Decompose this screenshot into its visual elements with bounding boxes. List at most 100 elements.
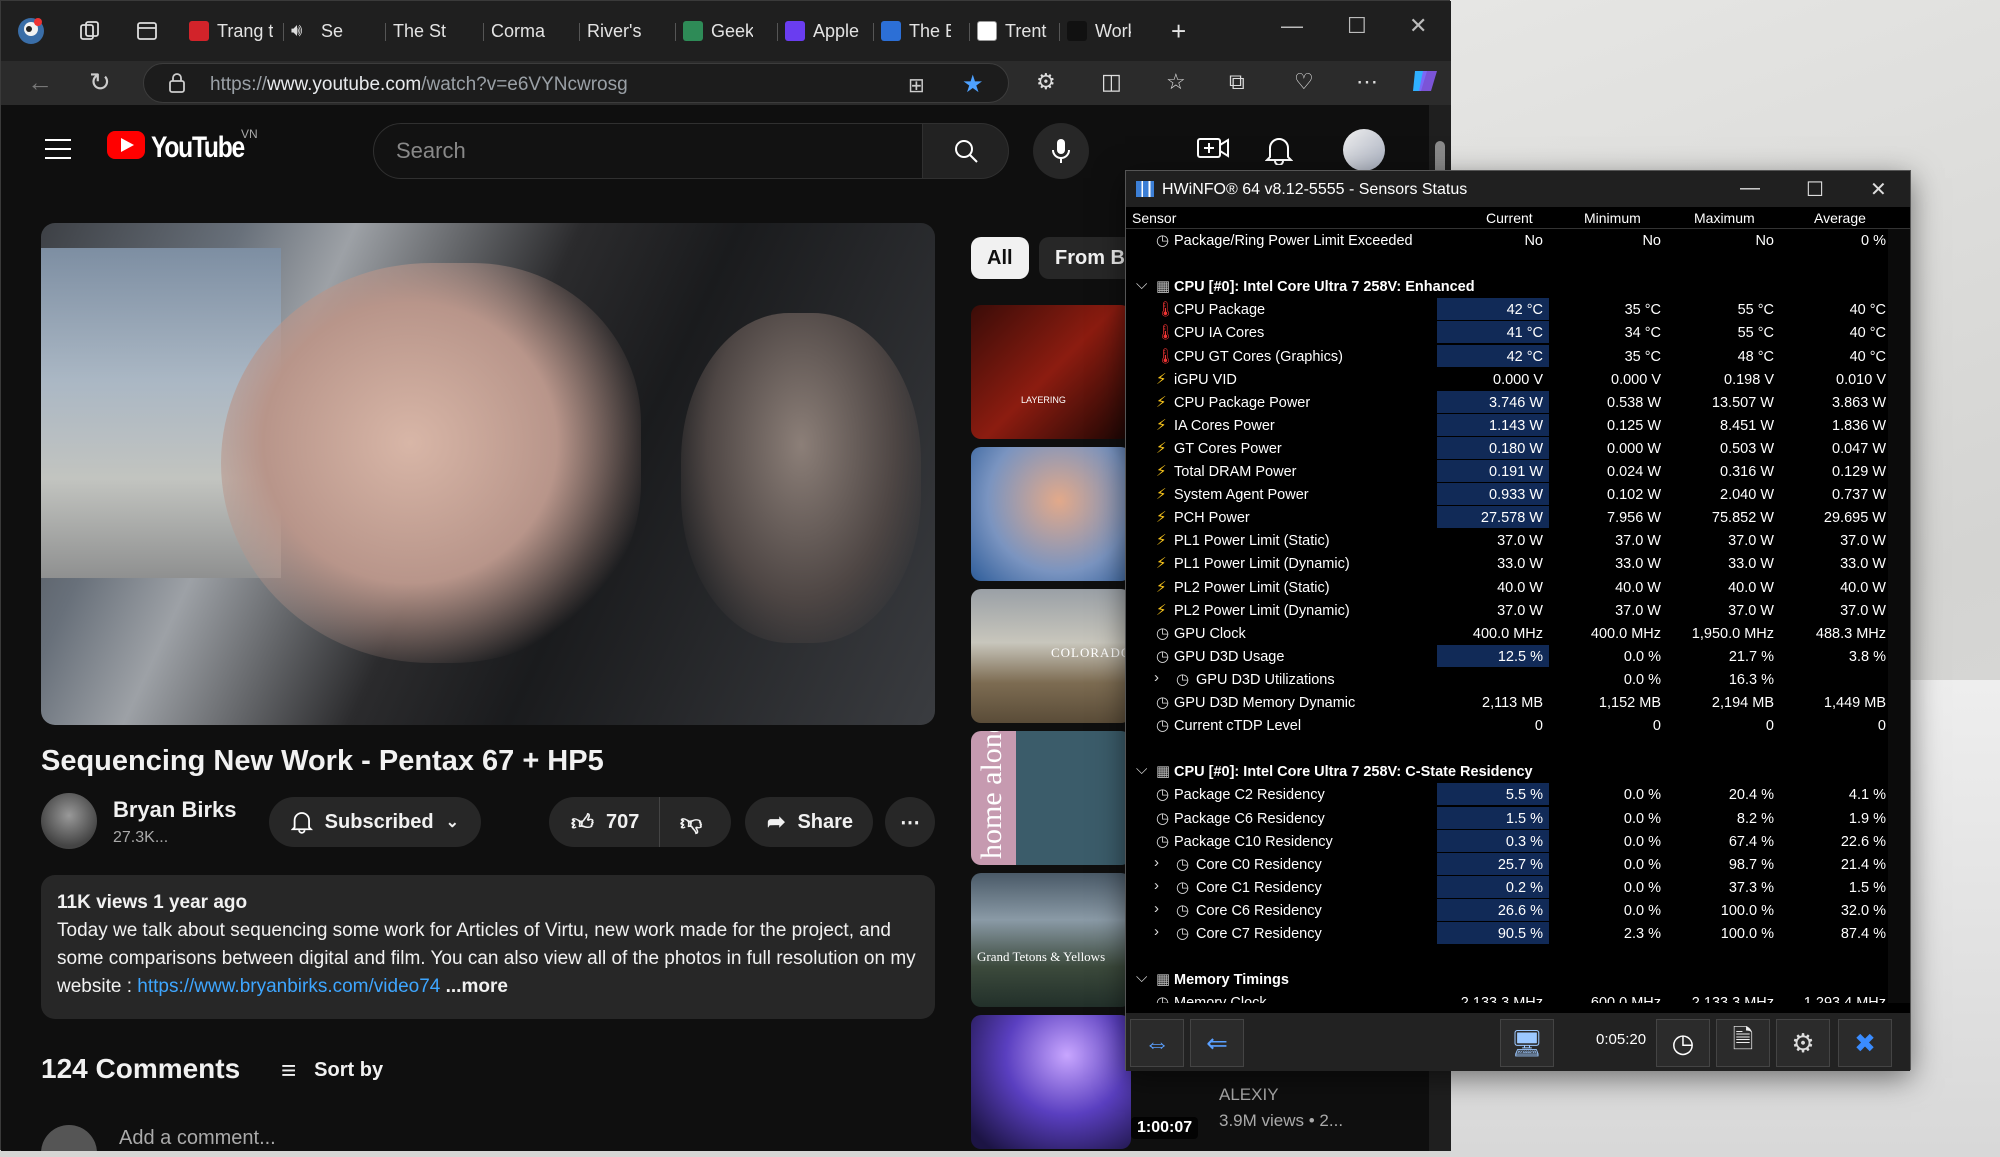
show-more-link[interactable]: ...more bbox=[446, 976, 508, 997]
hwinfo-close-icon[interactable]: ✕ bbox=[1870, 177, 1887, 202]
collapse-chevron-icon[interactable]: ⌵ bbox=[1136, 969, 1147, 986]
url-field[interactable]: https://www.youtube.com/watch?v=e6VYNcwr… bbox=[143, 63, 1009, 103]
like-button[interactable]: 👍︎ 707 bbox=[549, 797, 659, 847]
lock-icon[interactable] bbox=[168, 72, 186, 99]
sensor-row[interactable]: ⚡︎ iGPU VID 0.000 V 0.000 V 0.198 V 0.010 V bbox=[1126, 368, 1886, 391]
sensor-row[interactable]: ⚡︎ IA Cores Power 1.143 W 0.125 W 8.451 W 1.8… bbox=[1126, 413, 1886, 437]
collapse-chevron-icon[interactable]: ⌵ bbox=[1136, 761, 1147, 778]
new-tab-button[interactable]: + bbox=[1171, 11, 1186, 51]
expand-columns-button[interactable]: ⇔ bbox=[1130, 1019, 1184, 1067]
network-button[interactable]: 🖥︎ bbox=[1500, 1019, 1554, 1067]
tab-7[interactable]: Apple bbox=[785, 11, 861, 51]
youtube-wordmark[interactable]: YouTube bbox=[151, 131, 245, 165]
col-average[interactable]: Average bbox=[1814, 210, 1866, 226]
sensor-row[interactable]: ⚡︎ GT Cores Power 0.180 W 0.000 W 0.503 W 0.0… bbox=[1126, 436, 1886, 460]
sensor-group-header[interactable]: ⌵ ▦ CPU [#0]: Intel Core Ultra 7 258V: Enh… bbox=[1126, 275, 1886, 298]
favorites-icon[interactable]: ☆ bbox=[1166, 69, 1186, 95]
youtube-logo-icon[interactable] bbox=[107, 131, 145, 159]
sort-by-button[interactable]: ≡ Sort by bbox=[281, 1055, 383, 1086]
collapse-chevron-icon[interactable]: ⌵ bbox=[1136, 276, 1147, 293]
tab-1[interactable]: Trang t bbox=[189, 11, 273, 51]
extensions-icon[interactable]: ⚙ bbox=[1036, 69, 1056, 95]
tab-8[interactable]: The Be bbox=[881, 11, 951, 51]
close-sensors-button[interactable]: ✖ bbox=[1838, 1019, 1892, 1067]
sensor-row[interactable]: 🌡︎ CPU Package 42 °C 35 °C 55 °C 40 °C bbox=[1126, 298, 1886, 321]
expand-chevron-icon[interactable]: › bbox=[1154, 877, 1159, 894]
search-input[interactable] bbox=[396, 138, 876, 164]
sensor-row[interactable]: ⚡︎ PL2 Power Limit (Dynamic) 37.0 W 37.0 W 3… bbox=[1126, 599, 1886, 622]
tab-4[interactable]: Corma bbox=[491, 11, 563, 51]
collapse-columns-button[interactable]: ⇐ bbox=[1190, 1019, 1244, 1067]
sensor-row[interactable]: ◷ Package C6 Residency 1.5 % 0.0 % 8.2 % 1.9 … bbox=[1126, 806, 1886, 830]
sensor-row[interactable]: ◷ Package C2 Residency 5.5 % 0.0 % 20.4 % 4.1… bbox=[1126, 783, 1886, 806]
side-thumbnail-6[interactable] bbox=[971, 1015, 1131, 1149]
sensor-row[interactable]: ⚡︎ PL1 Power Limit (Dynamic) 33.0 W 33.0 W 3… bbox=[1126, 552, 1886, 575]
tab-6[interactable]: Geek F bbox=[683, 11, 753, 51]
col-minimum[interactable]: Minimum bbox=[1584, 210, 1641, 226]
tab-2[interactable]: 🔊︎Se✕ bbox=[291, 11, 351, 51]
sensor-row[interactable]: › ◷ Core C0 Residency 25.7 % 0.0 % 98.7 % 21.4… bbox=[1126, 852, 1886, 876]
side-channel-name[interactable]: ALEXIY bbox=[1219, 1085, 1279, 1105]
sensor-scrollbar[interactable] bbox=[1888, 229, 1910, 1003]
side-thumbnail-4[interactable]: home alone bbox=[971, 731, 1131, 865]
side-thumbnail-2[interactable] bbox=[971, 447, 1131, 581]
sensor-row[interactable]: › ◷ Core C6 Residency 26.6 % 0.0 % 100.0 % 32.… bbox=[1126, 898, 1886, 922]
expand-chevron-icon[interactable]: › bbox=[1154, 854, 1159, 871]
maximize-icon[interactable]: ☐ bbox=[1347, 13, 1367, 39]
sensor-group-header[interactable]: ⌵ ▦ Memory Timings bbox=[1126, 968, 1886, 991]
col-sensor[interactable]: Sensor bbox=[1132, 210, 1176, 226]
split-screen-icon[interactable]: ◫ bbox=[1101, 69, 1122, 95]
sensor-row[interactable]: › ◷ Core C7 Residency 90.5 % 2.3 % 100.0 % 87.… bbox=[1126, 922, 1886, 945]
sensor-row[interactable]: 🌡︎ CPU GT Cores (Graphics) 42 °C 35 °C 48 °C… bbox=[1126, 344, 1886, 368]
back-icon[interactable]: ← bbox=[27, 67, 53, 98]
sensor-row[interactable]: ⚡︎ System Agent Power 0.933 W 0.102 W 2.040 … bbox=[1126, 483, 1886, 506]
description-link[interactable]: https://www.bryanbirks.com/video74 bbox=[137, 976, 440, 997]
expand-chevron-icon[interactable]: › bbox=[1154, 923, 1159, 940]
tab-3[interactable]: The St bbox=[393, 11, 463, 51]
close-icon[interactable]: ✕ bbox=[1409, 13, 1427, 39]
hwinfo-minimize-icon[interactable]: — bbox=[1740, 177, 1760, 200]
side-thumbnail-5[interactable]: Grand Tetons & Yellows bbox=[971, 873, 1131, 1007]
log-button[interactable]: 🗎︎ bbox=[1716, 1019, 1770, 1067]
col-maximum[interactable]: Maximum bbox=[1694, 210, 1755, 226]
sensor-row[interactable]: 🌡︎ CPU IA Cores 41 °C 34 °C 55 °C 40 °C bbox=[1126, 321, 1886, 344]
minimize-icon[interactable]: — bbox=[1281, 13, 1303, 39]
sensor-row[interactable]: ⚡︎ Total DRAM Power 0.191 W 0.024 W 0.316 W 0… bbox=[1126, 460, 1886, 483]
channel-name[interactable]: Bryan Birks bbox=[113, 797, 237, 823]
settings-button[interactable]: ⚙ bbox=[1776, 1019, 1830, 1067]
tab-5[interactable]: River's bbox=[587, 11, 659, 51]
sensor-row[interactable]: ◷ Current cTDP Level 0 0 0 0 bbox=[1126, 714, 1886, 737]
share-button[interactable]: ➦ Share bbox=[745, 797, 873, 847]
sensor-row[interactable]: ◷ Memory Clock 2,133.3 MHz 600.0 MHz 2,133.3… bbox=[1126, 991, 1886, 1003]
more-options-icon[interactable]: ⋯ bbox=[1356, 69, 1378, 95]
subscribed-button[interactable]: Subscribed ⌄ bbox=[269, 797, 481, 847]
side-thumbnail-3[interactable]: COLORADO bbox=[971, 589, 1131, 723]
hwinfo-maximize-icon[interactable]: ☐ bbox=[1806, 177, 1824, 202]
channel-avatar[interactable] bbox=[41, 793, 97, 849]
sensor-row[interactable]: ⚡︎ PL1 Power Limit (Static) 37.0 W 37.0 W 37… bbox=[1126, 529, 1886, 552]
tab-actions-icon[interactable] bbox=[131, 15, 163, 47]
favorite-star-icon[interactable]: ★ bbox=[962, 70, 984, 99]
side-thumbnail-1[interactable]: LAYERING bbox=[971, 305, 1131, 439]
app-available-icon[interactable]: ⊞ bbox=[908, 73, 925, 98]
sensor-row[interactable]: ⚡︎ PL2 Power Limit (Static) 40.0 W 40.0 W 40… bbox=[1126, 576, 1886, 599]
tab-10[interactable]: Work bbox=[1067, 11, 1131, 51]
col-current[interactable]: Current bbox=[1486, 210, 1533, 226]
search-button[interactable] bbox=[923, 123, 1009, 179]
description-box[interactable]: 11K views 1 year ago Today we talk about… bbox=[41, 875, 935, 1019]
sensor-row[interactable]: ◷ Package/Ring Power Limit Exceeded No No No… bbox=[1126, 229, 1886, 252]
add-comment-field[interactable]: Add a comment... bbox=[119, 1127, 276, 1150]
notifications-bell-icon[interactable] bbox=[1264, 135, 1294, 172]
more-actions-button[interactable]: ⋯ bbox=[885, 797, 935, 847]
sensor-row[interactable]: ◷ GPU Clock 400.0 MHz 400.0 MHz 1,950.0 MHz 4… bbox=[1126, 622, 1886, 645]
profile-icon[interactable] bbox=[15, 15, 47, 47]
chip-from-channel[interactable]: From Br bbox=[1039, 237, 1139, 279]
sensor-row[interactable]: ◷ GPU D3D Usage 12.5 % 0.0 % 21.7 % 3.8 % bbox=[1126, 644, 1886, 668]
reset-timer-button[interactable]: ◷ bbox=[1656, 1019, 1710, 1067]
sensor-group-header[interactable]: ⌵ ▦ CPU [#0]: Intel Core Ultra 7 258V: C-S… bbox=[1126, 760, 1886, 783]
expand-chevron-icon[interactable]: › bbox=[1154, 900, 1159, 917]
collections-icon[interactable]: ⧉ bbox=[1229, 69, 1245, 95]
create-video-icon[interactable] bbox=[1197, 135, 1229, 168]
video-player[interactable] bbox=[41, 223, 935, 725]
copilot-icon[interactable] bbox=[1409, 67, 1441, 101]
